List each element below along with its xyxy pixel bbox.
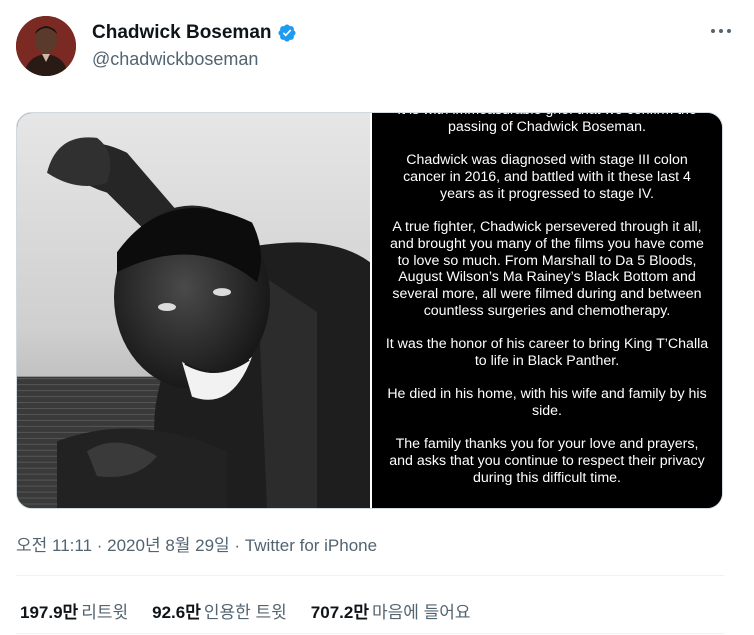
likes-count: 707.2만 <box>310 603 369 622</box>
statement-paragraph: A true fighter, Chadwick persevered thro… <box>390 218 704 319</box>
author-block: Chadwick Boseman @chadwickboseman <box>92 22 297 70</box>
author-name[interactable]: Chadwick Boseman <box>92 22 272 44</box>
retweets-label: 리트윗 <box>81 603 129 622</box>
divider <box>16 575 724 576</box>
statement-paragraph: The family thanks you for your love and … <box>389 436 705 487</box>
tweet-date[interactable]: 2020년 8월 29일 <box>107 536 230 555</box>
family-statement-image[interactable]: It is with immeasurable grief that we co… <box>372 113 722 508</box>
tweet-media[interactable]: It is with immeasurable grief that we co… <box>16 112 723 509</box>
portrait-photo[interactable] <box>17 113 370 508</box>
likes-stat[interactable]: 707.2만 마음에 들어요 <box>311 598 471 623</box>
verified-badge-icon <box>277 23 297 43</box>
statement-paragraph: He died in his home, with his wife and f… <box>387 386 707 420</box>
statement-paragraph: Chadwick was diagnosed with stage III co… <box>403 152 691 202</box>
more-dots-icon[interactable] <box>710 24 732 38</box>
divider <box>16 633 724 634</box>
statement-text: It is with immeasurable grief that we co… <box>384 113 710 503</box>
tweet-header: Chadwick Boseman @chadwickboseman <box>16 14 738 78</box>
statement-paragraph: It was the honor of his career to bring … <box>385 336 709 370</box>
quotes-count: 92.6만 <box>152 603 201 622</box>
likes-label: 마음에 들어요 <box>371 603 471 622</box>
author-name-row: Chadwick Boseman <box>92 22 297 44</box>
tweet-time[interactable]: 오전 11:11 <box>16 536 92 555</box>
quotes-label: 인용한 트윗 <box>203 603 287 622</box>
tweet-source[interactable]: Twitter for iPhone <box>245 536 377 555</box>
statement-paragraph: It is with immeasurable grief that we co… <box>397 113 697 135</box>
quotes-stat[interactable]: 92.6만 인용한 트윗 <box>152 598 287 623</box>
avatar[interactable] <box>16 16 76 76</box>
meta-separator: · <box>229 536 245 555</box>
tweet-stats: 197.9만 리트윗 92.6만 인용한 트윗 707.2만 마음에 들어요 <box>20 598 495 623</box>
retweets-count: 197.9만 <box>20 603 79 622</box>
meta-separator: · <box>92 536 108 555</box>
author-handle[interactable]: @chadwickboseman <box>92 49 297 70</box>
tweet-meta: 오전 11:11 · 2020년 8월 29일 · Twitter for iP… <box>16 531 377 556</box>
retweets-stat[interactable]: 197.9만 리트윗 <box>20 598 128 623</box>
